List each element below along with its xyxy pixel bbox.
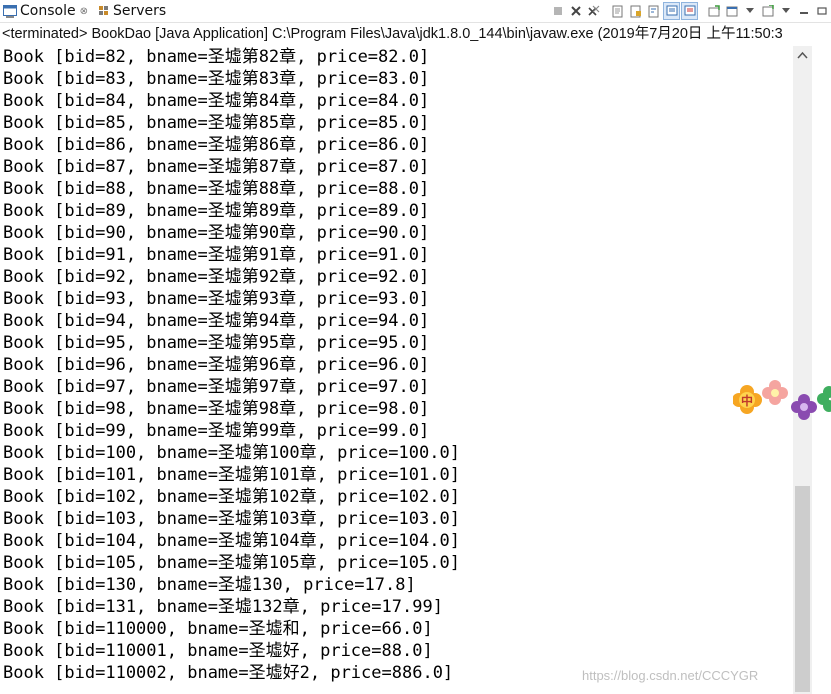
console-line: Book [bid=95, bname=圣墟第95章, price=95.0] <box>3 333 430 353</box>
console-line: Book [bid=84, bname=圣墟第84章, price=84.0] <box>3 91 430 111</box>
console-output[interactable]: Book [bid=82, bname=圣墟第82章, price=82.0] B… <box>0 46 792 694</box>
scrollbar-thumb[interactable] <box>795 486 810 692</box>
launch-status-text: <terminated> BookDao [Java Application] … <box>2 26 783 42</box>
show-on-stdout-icon[interactable] <box>663 2 680 20</box>
servers-icon <box>98 5 110 18</box>
chevron-down-icon[interactable] <box>741 2 758 20</box>
console-toolbar <box>549 0 831 22</box>
console-line: Book [bid=85, bname=圣墟第85章, price=85.0] <box>3 113 430 133</box>
console-line: Book [bid=93, bname=圣墟第93章, price=93.0] <box>3 289 430 309</box>
flower-green-icon <box>817 386 831 412</box>
console-line: Book [bid=105, bname=圣墟第105章, price=105.… <box>3 553 460 573</box>
maximize-icon[interactable] <box>813 2 830 20</box>
chevron-down-icon[interactable] <box>777 2 794 20</box>
terminate-icon[interactable] <box>549 2 566 20</box>
tab-console[interactable]: Console ⊗ <box>0 0 95 22</box>
console-line: Book [bid=131, bname=圣墟132章, price=17.99… <box>3 597 443 617</box>
console-line: Book [bid=110001, bname=圣墟好, price=88.0] <box>3 641 433 661</box>
close-icon[interactable]: ⊗ <box>80 6 88 17</box>
console-line: Book [bid=130, bname=圣墟130, price=17.8] <box>3 575 416 595</box>
console-line: Book [bid=86, bname=圣墟第86章, price=86.0] <box>3 135 430 155</box>
console-line: Book [bid=99, bname=圣墟第99章, price=99.0] <box>3 421 430 441</box>
console-line: Book [bid=91, bname=圣墟第91章, price=91.0] <box>3 245 430 265</box>
console-line: Book [bid=103, bname=圣墟第103章, price=103.… <box>3 509 460 529</box>
pin-console-icon[interactable] <box>705 2 722 20</box>
console-line: Book [bid=87, bname=圣墟第87章, price=87.0] <box>3 157 430 177</box>
console-line: Book [bid=102, bname=圣墟第102章, price=102.… <box>3 487 460 507</box>
console-line: Book [bid=98, bname=圣墟第98章, price=98.0] <box>3 399 430 419</box>
console-icon <box>3 4 17 18</box>
word-wrap-icon[interactable] <box>645 2 662 20</box>
show-on-stderr-icon[interactable] <box>681 2 698 20</box>
remove-launch-icon[interactable] <box>567 2 584 20</box>
console-line: Book [bid=100, bname=圣墟第100章, price=100.… <box>3 443 460 463</box>
console-line: Book [bid=83, bname=圣墟第83章, price=83.0] <box>3 69 430 89</box>
scroll-up-icon[interactable] <box>796 50 809 60</box>
console-line: Book [bid=104, bname=圣墟第104章, price=104.… <box>3 531 460 551</box>
console-line: Book [bid=82, bname=圣墟第82章, price=82.0] <box>3 47 430 67</box>
view-right-edge <box>812 46 831 694</box>
vertical-scrollbar[interactable] <box>793 46 812 694</box>
tab-console-label: Console <box>20 3 76 19</box>
console-line: Book [bid=90, bname=圣墟第90章, price=90.0] <box>3 223 430 243</box>
scroll-lock-icon[interactable] <box>627 2 644 20</box>
flower-purple-icon <box>791 394 817 420</box>
tab-servers[interactable]: Servers <box>95 0 166 22</box>
floating-decoration: 中 <box>732 378 831 423</box>
console-line: Book [bid=96, bname=圣墟第96章, price=96.0] <box>3 355 430 375</box>
remove-all-terminated-icon[interactable] <box>585 2 602 20</box>
decor-char: 中 <box>741 393 753 408</box>
console-line: Book [bid=101, bname=圣墟第101章, price=101.… <box>3 465 460 485</box>
console-line: Book [bid=97, bname=圣墟第97章, price=97.0] <box>3 377 430 397</box>
view-tab-bar: Console ⊗ Servers <box>0 0 831 23</box>
console-line: Book [bid=89, bname=圣墟第89章, price=89.0] <box>3 201 430 221</box>
tab-servers-label: Servers <box>113 3 167 19</box>
open-console-icon[interactable] <box>759 2 776 20</box>
watermark-text: https://blog.csdn.net/CCCYGR <box>582 668 759 683</box>
minimize-icon[interactable] <box>795 2 812 20</box>
display-selected-console-icon[interactable] <box>723 2 740 20</box>
console-line: Book [bid=94, bname=圣墟第94章, price=94.0] <box>3 311 430 331</box>
console-line: Book [bid=92, bname=圣墟第92章, price=92.0] <box>3 267 430 287</box>
flower-pink-icon <box>762 380 788 405</box>
clear-console-icon[interactable] <box>609 2 626 20</box>
console-line: Book [bid=110000, bname=圣墟和, price=66.0] <box>3 619 433 639</box>
console-line: Book [bid=88, bname=圣墟第88章, price=88.0] <box>3 179 430 199</box>
